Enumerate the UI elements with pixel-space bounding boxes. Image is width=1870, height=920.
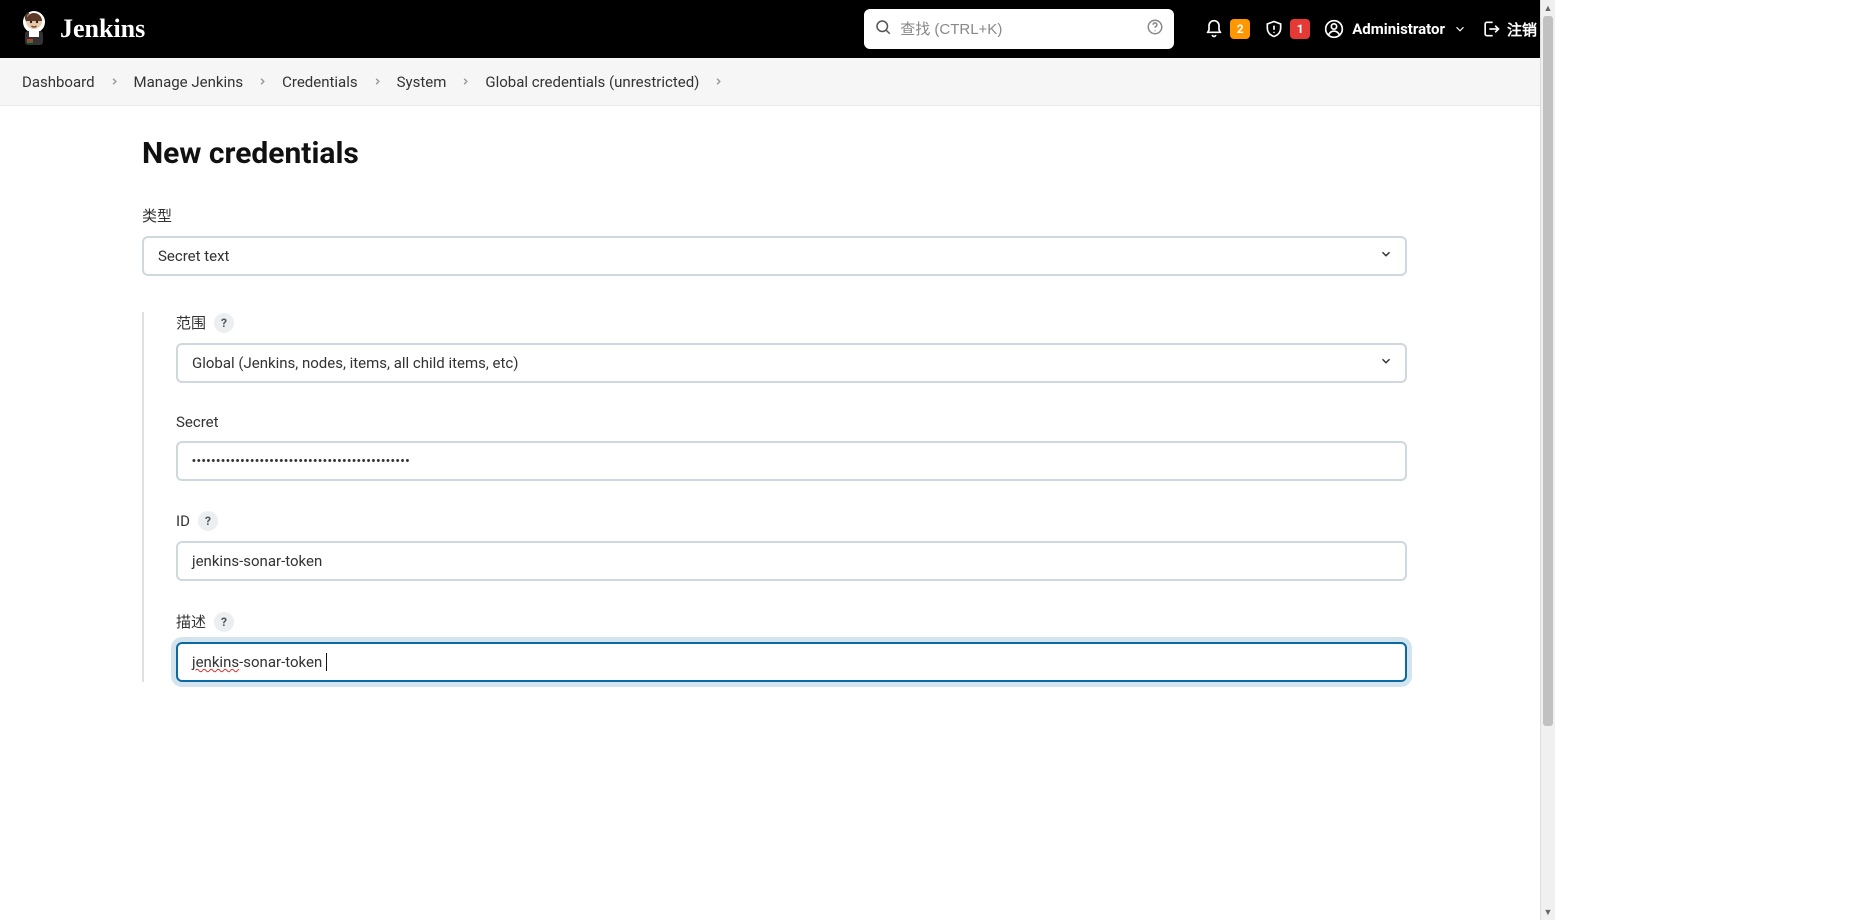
search-box[interactable] <box>864 9 1174 49</box>
description-input[interactable]: jenkins-sonar-token <box>176 642 1407 682</box>
scope-select[interactable]: Global (Jenkins, nodes, items, all child… <box>176 343 1407 383</box>
id-input[interactable]: jenkins-sonar-token <box>176 541 1407 581</box>
jenkins-logo-icon <box>18 9 50 49</box>
id-label: ID ? <box>176 511 1407 531</box>
secret-input[interactable]: ••••••••••••••••••••••••••••••••••••••••… <box>176 441 1407 481</box>
chevron-right-icon[interactable] <box>364 76 391 87</box>
scope-label: 范围 ? <box>176 312 1407 333</box>
scope-help-icon[interactable]: ? <box>214 313 234 333</box>
crumb-dashboard[interactable]: Dashboard <box>20 69 97 95</box>
logout-button[interactable]: 注销 <box>1481 19 1537 40</box>
search-icon <box>874 18 892 40</box>
chevron-right-icon[interactable] <box>705 76 732 87</box>
type-select[interactable]: Secret text <box>142 236 1407 276</box>
crumb-system[interactable]: System <box>395 69 449 95</box>
crumb-global-credentials[interactable]: Global credentials (unrestricted) <box>483 69 701 95</box>
vertical-scrollbar[interactable]: ▲ ▼ <box>1540 0 1555 920</box>
type-select-value: Secret text <box>158 247 229 265</box>
top-header: Jenkins 2 <box>0 0 1555 58</box>
secret-label: Secret <box>176 413 1407 431</box>
alerts-badge: 1 <box>1290 19 1310 39</box>
alerts-button[interactable]: 1 <box>1264 19 1310 39</box>
help-icon[interactable] <box>1146 18 1164 40</box>
description-input-value: jenkins-sonar-token <box>192 653 327 671</box>
scroll-down-arrow-icon[interactable]: ▼ <box>1541 904 1555 920</box>
scroll-thumb[interactable] <box>1543 16 1553 726</box>
brand-text: Jenkins <box>60 14 145 44</box>
chevron-right-icon[interactable] <box>101 76 128 87</box>
notifications-badge: 2 <box>1230 19 1250 39</box>
logout-label: 注销 <box>1507 19 1537 40</box>
search-input[interactable] <box>900 21 1138 38</box>
scroll-up-arrow-icon[interactable]: ▲ <box>1541 0 1555 16</box>
chevron-down-icon <box>1453 22 1467 36</box>
id-input-value: jenkins-sonar-token <box>192 552 322 570</box>
scroll-track[interactable] <box>1541 16 1555 904</box>
scope-select-value: Global (Jenkins, nodes, items, all child… <box>192 354 518 372</box>
description-help-icon[interactable]: ? <box>214 612 234 632</box>
main-content: New credentials 类型 Secret text <box>0 106 1555 920</box>
type-label: 类型 <box>142 205 1407 226</box>
crumb-credentials[interactable]: Credentials <box>280 69 359 95</box>
id-help-icon[interactable]: ? <box>198 511 218 531</box>
chevron-right-icon[interactable] <box>249 76 276 87</box>
crumb-manage-jenkins[interactable]: Manage Jenkins <box>132 69 246 95</box>
brand-area[interactable]: Jenkins <box>18 9 145 49</box>
description-label: 描述 ? <box>176 611 1407 632</box>
user-name: Administrator <box>1352 20 1445 38</box>
header-actions: 2 1 Administrator <box>1204 19 1537 40</box>
breadcrumb: Dashboard Manage Jenkins Credentials Sys… <box>0 58 1555 106</box>
user-menu[interactable]: Administrator <box>1324 19 1467 39</box>
chevron-right-icon[interactable] <box>452 76 479 87</box>
notifications-button[interactable]: 2 <box>1204 19 1250 39</box>
page-title: New credentials <box>142 136 1407 171</box>
secret-input-value: ••••••••••••••••••••••••••••••••••••••••… <box>192 455 410 467</box>
